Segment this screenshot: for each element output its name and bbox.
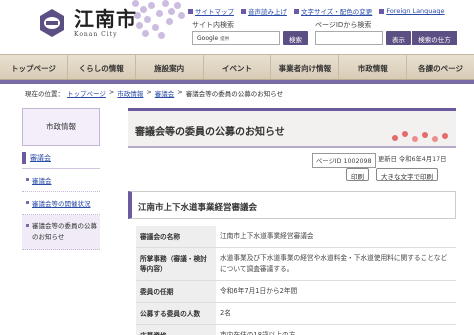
sidebar-item-meeting-status[interactable]: 審議会等の開催状況 xyxy=(22,192,100,215)
site-search: Google 提供 検索 xyxy=(192,31,308,45)
nav-events[interactable]: イベント xyxy=(204,55,272,79)
breadcrumb-sep: > xyxy=(177,88,183,96)
breadcrumb-top[interactable]: トップページ xyxy=(67,88,106,98)
nav-facilities[interactable]: 施設案内 xyxy=(136,55,204,79)
foreign-language-label: Foreign Language xyxy=(386,7,445,15)
flower-decoration xyxy=(390,131,450,143)
global-nav: トップページ くらしの情報 施設案内 イベント 事業者向け情報 市政情報 各課の… xyxy=(0,54,474,80)
nav-top[interactable]: トップページ xyxy=(0,55,68,79)
nav-business[interactable]: 事業者向け情報 xyxy=(271,55,340,79)
bullet-icon xyxy=(188,8,193,14)
page-title: 審議会等の委員の公募のお知らせ xyxy=(135,127,285,138)
logo-subtitle: Konan City xyxy=(74,31,118,38)
sidebar-item-label: 審議会等の開催状況 xyxy=(32,200,91,208)
speech-link[interactable]: 音声読み上げ xyxy=(241,6,287,16)
font-color-link[interactable]: 文字サイズ・配色の変更 xyxy=(294,6,372,16)
bullet-icon xyxy=(26,224,29,227)
breadcrumb-city-admin[interactable]: 市政情報 xyxy=(117,88,143,98)
sidebar-title: 市政情報 xyxy=(22,108,100,146)
update-date: 更新日 令和6年4月17日 xyxy=(378,156,447,163)
breadcrumb-sep: > xyxy=(108,88,115,96)
bullet-icon xyxy=(241,8,246,14)
table-key: 応募資格 xyxy=(136,324,216,335)
table-row: 公募する委員の人数 2名 xyxy=(136,302,456,325)
table-value: 水道事業及び下水道事業の経営や水道料金・下水道使用料に関することなどについて調査… xyxy=(216,247,456,281)
large-print-button[interactable]: 大きな文字で印刷 xyxy=(376,168,438,181)
sidebar-item-council[interactable]: 審議会 xyxy=(22,169,100,192)
sidebar-item-label: 審議会等の委員の公募のお知らせ xyxy=(32,222,97,241)
sidebar: 市政情報 審議会 審議会 審議会等の開催状況 審議会等の委員の公募のお知らせ xyxy=(22,108,100,250)
site-search-button[interactable]: 検索 xyxy=(283,31,308,45)
page-id-input[interactable] xyxy=(315,31,383,45)
print-button[interactable]: 印刷 xyxy=(346,168,369,181)
table-row: 応募資格市内在住の18歳以上の方 xyxy=(136,324,456,335)
table-row: 所掌事務（審議・検討等内容） 水道事業及び下水道事業の経営や水道料金・下水道使用料… xyxy=(136,247,456,281)
nav-city-admin[interactable]: 市政情報 xyxy=(339,55,408,79)
table-value: 令和6年7月1日から2年間 xyxy=(216,280,456,303)
table-row: 審議会の名称 江南市上下水道事業経営審議会 xyxy=(136,226,456,248)
council-info-table: 審議会の名称 江南市上下水道事業経営審議会 所掌事務（審議・検討等内容） 水道事業及… xyxy=(136,226,456,335)
site-search-label: サイト内検索 xyxy=(192,21,234,29)
site-search-input[interactable]: Google 提供 xyxy=(192,31,280,45)
table-value: 市内在住の18歳以上の方 xyxy=(216,324,456,335)
breadcrumb-sep: > xyxy=(146,88,152,96)
bullet-icon xyxy=(26,178,29,181)
sidebar-section-council[interactable]: 審議会 xyxy=(22,152,100,164)
wisteria-decoration xyxy=(130,0,190,50)
site-logo[interactable]: 江南市 Konan City xyxy=(74,8,137,38)
search-help-button[interactable]: 検索の仕方 xyxy=(412,31,457,45)
page-id-search: 表示 xyxy=(315,31,411,45)
table-value: 江南市上下水道事業経営審議会 xyxy=(216,226,456,248)
google-label: Google xyxy=(197,35,219,42)
breadcrumb-council[interactable]: 審議会 xyxy=(155,88,175,98)
nav-departments[interactable]: 各課のページ xyxy=(407,55,474,79)
page-title-box: 審議会等の委員の公募のお知らせ xyxy=(128,108,456,146)
city-emblem-icon[interactable] xyxy=(37,8,67,38)
table-key: 委員の任期 xyxy=(136,280,216,303)
logo-title: 江南市 xyxy=(74,7,137,31)
section-heading-box: 江南市上下水道事業経営審議会 xyxy=(128,191,456,219)
font-color-label: 文字サイズ・配色の変更 xyxy=(301,8,373,16)
section-heading: 江南市上下水道事業経営審議会 xyxy=(138,203,258,213)
sidebar-item-recruitment[interactable]: 審議会等の委員の公募のお知らせ xyxy=(22,215,100,250)
sidebar-item-label: 審議会 xyxy=(32,177,52,185)
google-sub-label: 提供 xyxy=(220,37,230,42)
table-row: 委員の任期 令和6年7月1日から2年間 xyxy=(136,280,456,303)
table-key: 公募する委員の人数 xyxy=(136,302,216,325)
breadcrumb-prefix: 現在の位置： xyxy=(25,90,64,98)
sitemap-link[interactable]: サイトマップ xyxy=(188,6,234,16)
breadcrumb-current: 審議会等の委員の公募のお知らせ xyxy=(185,90,284,98)
page-id-badge: ページID 1002098 xyxy=(312,153,376,168)
sitemap-label: サイトマップ xyxy=(195,8,234,16)
nav-divider xyxy=(0,80,474,84)
foreign-language-link[interactable]: Foreign Language xyxy=(379,6,445,16)
nav-living[interactable]: くらしの情報 xyxy=(68,55,136,79)
site-header: 江南市 Konan City サイトマップ 音声読み上げ 文字サイズ・配色の変更… xyxy=(0,0,474,52)
bullet-icon xyxy=(26,201,29,204)
speech-label: 音声読み上げ xyxy=(248,8,287,16)
display-button[interactable]: 表示 xyxy=(386,31,411,45)
breadcrumb: 現在の位置： トップページ > 市政情報 > 審議会 > 審議会等の委員の公募の… xyxy=(25,88,283,98)
globe-icon xyxy=(379,8,385,14)
table-key: 審議会の名称 xyxy=(136,226,216,248)
page-id-search-label: ページIDから検索 xyxy=(315,21,372,29)
bullet-icon xyxy=(294,8,299,14)
main-content: 審議会等の委員の公募のお知らせ ページID 1002098 更新日 令和6年4月… xyxy=(128,108,456,335)
title-rule xyxy=(128,146,456,148)
utility-links: サイトマップ 音声読み上げ 文字サイズ・配色の変更 Foreign Langua… xyxy=(188,6,445,16)
table-value: 2名 xyxy=(216,302,456,325)
table-key: 所掌事務（審議・検討等内容） xyxy=(136,247,216,281)
